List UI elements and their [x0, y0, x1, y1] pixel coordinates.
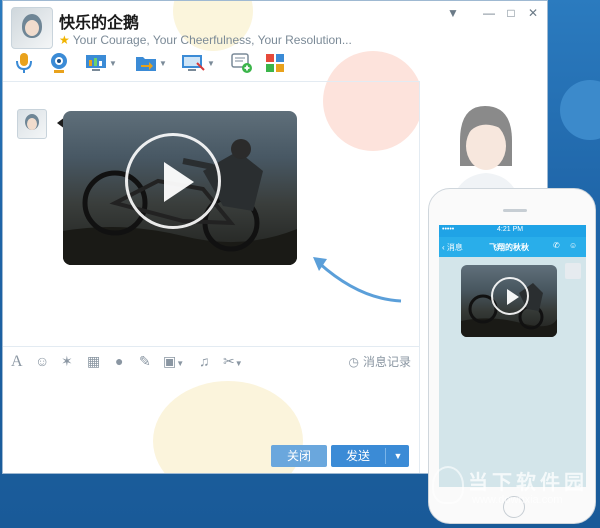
bg-decoration	[560, 80, 600, 140]
play-icon	[164, 162, 194, 202]
video-message[interactable]	[63, 111, 297, 265]
emoji-icon[interactable]: ☺	[35, 353, 49, 369]
chevron-down-icon[interactable]: ▼	[109, 59, 117, 68]
status-bar: ••••• 4:21 PM	[439, 225, 586, 237]
arrow-decoration	[313, 257, 402, 303]
contact-name: 快乐的企鹅	[59, 15, 140, 32]
title-bar: 快乐的企鹅 ★ Your Courage, Your Cheerfulness, …	[3, 1, 547, 81]
phone-sender-avatar	[565, 263, 581, 279]
font-icon[interactable]: A	[11, 353, 23, 371]
clock-icon: ◷	[348, 354, 359, 369]
phone-play-button[interactable]	[491, 277, 529, 315]
phone-chat-title: 飞翔的秋秋	[489, 243, 529, 252]
apps-icon[interactable]	[265, 51, 285, 75]
maximize-icon[interactable]: □	[503, 6, 519, 20]
back-button[interactable]: ‹ 消息	[442, 242, 463, 253]
voice-icon[interactable]: ●	[115, 353, 123, 369]
close-icon[interactable]: ✕	[525, 6, 541, 20]
avatar-face	[27, 118, 37, 130]
menu-dropdown-icon[interactable]: ▼	[445, 6, 461, 20]
signal-icon: •••••	[442, 226, 455, 233]
phone-screen: ••••• 4:21 PM ‹ 消息 飞翔的秋秋 ✆ ☺	[439, 225, 586, 487]
edit-icon[interactable]: ✎	[139, 353, 151, 370]
divider	[3, 81, 419, 82]
minimize-icon[interactable]: —	[481, 6, 497, 20]
play-button[interactable]	[125, 133, 221, 229]
add-chat-icon[interactable]	[231, 51, 253, 75]
signature-text: Your Courage, Your Cheerfulness, Your Re…	[72, 33, 352, 47]
history-label: 消息记录	[362, 355, 411, 369]
screen-share-icon[interactable]: ▼	[85, 51, 117, 75]
chevron-down-icon[interactable]: ▼	[207, 59, 215, 68]
send-options-chevron-icon[interactable]: ▼	[389, 445, 407, 467]
webcam-icon[interactable]	[49, 51, 69, 75]
profile-icon[interactable]: ☺	[569, 241, 577, 250]
file-transfer-icon[interactable]: ▼	[135, 51, 167, 75]
send-button[interactable]: 发送 ▼	[331, 445, 409, 467]
contact-signature: ★ Your Courage, Your Cheerfulness, Your R…	[59, 33, 352, 47]
back-chevron-icon: ‹	[442, 243, 445, 252]
watermark-title: 当下软件园	[468, 472, 588, 494]
send-label: 发送	[345, 449, 370, 463]
phone-video-message[interactable]	[461, 265, 557, 337]
phone-call-icon[interactable]: ✆	[553, 241, 560, 250]
chevron-down-icon[interactable]: ▼	[159, 59, 167, 68]
input-toolbar: A ☺ ✶ ▦ ● ✎ ▣▼ ♫ ✂▼ ◷ 消息记录	[3, 346, 419, 375]
microphone-icon[interactable]	[15, 51, 33, 75]
watermark-url: www.downxia.com	[472, 494, 563, 506]
back-label: 消息	[446, 243, 463, 252]
avatar[interactable]	[11, 7, 53, 49]
image-icon[interactable]: ▣▼	[163, 353, 184, 370]
sender-avatar[interactable]	[17, 109, 47, 139]
phone-nav-bar: ‹ 消息 飞翔的秋秋 ✆ ☺	[439, 237, 586, 257]
play-icon	[507, 289, 519, 305]
toolbar: ▼ ▼ ▼	[11, 51, 311, 77]
message-history-link[interactable]: ◷ 消息记录	[349, 353, 412, 370]
close-button[interactable]: 关闭	[271, 445, 327, 467]
avatar-face	[25, 20, 39, 36]
phone-speaker	[503, 209, 527, 212]
watermark: 当下软件园 www.downxia.com	[432, 464, 598, 524]
music-icon[interactable]: ♫	[199, 353, 210, 369]
magic-icon[interactable]: ✶	[61, 353, 73, 370]
video-clip-icon[interactable]: ▦	[87, 353, 100, 370]
status-time: 4:21 PM	[497, 226, 524, 233]
send-divider	[385, 448, 386, 464]
scissors-icon[interactable]: ✂▼	[223, 353, 243, 370]
remote-desktop-icon[interactable]: ▼	[181, 51, 215, 75]
star-icon: ★	[59, 33, 70, 47]
watermark-logo-icon	[432, 466, 464, 504]
